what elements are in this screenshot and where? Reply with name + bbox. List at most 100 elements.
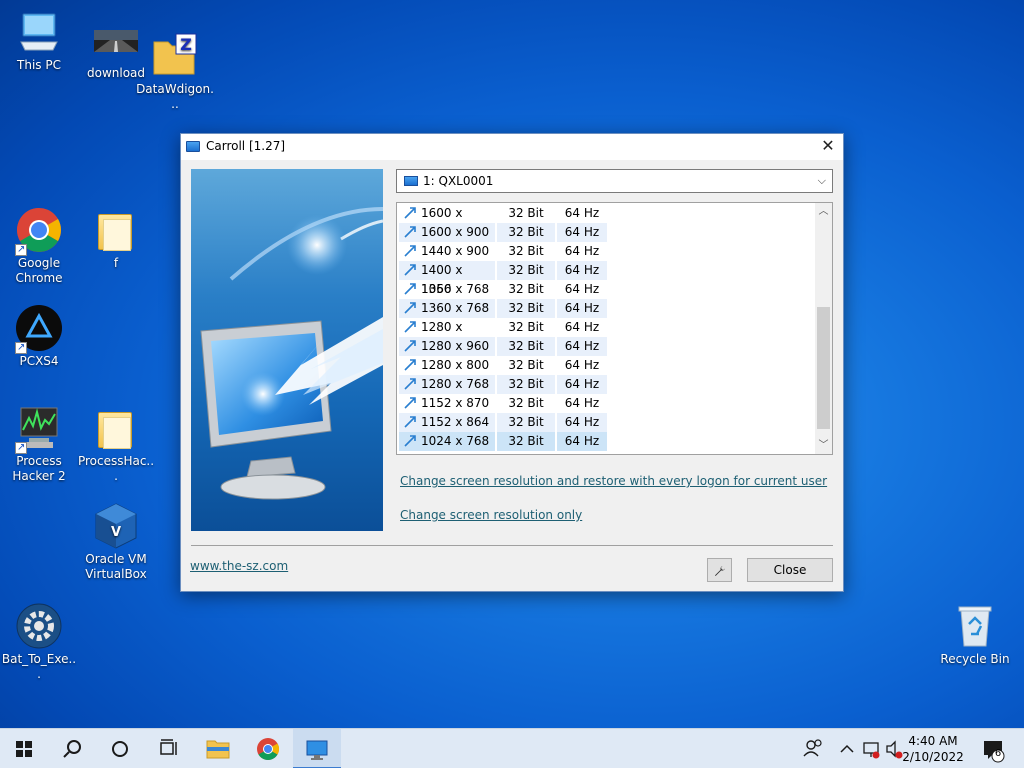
change-resolution-only-link[interactable]: Change screen resolution only bbox=[400, 508, 582, 522]
resolution-row[interactable]: 1152 x 870 32 Bit 64 Hz bbox=[399, 394, 815, 413]
task-view-icon bbox=[160, 739, 177, 755]
resize-arrow-icon bbox=[404, 340, 416, 352]
chrome-icon bbox=[15, 206, 63, 257]
resolution-cell: 1400 x 1050 bbox=[399, 261, 495, 296]
desktop-icon-this-pc[interactable]: This PC bbox=[0, 8, 78, 73]
window-title: Carroll [1.27] bbox=[206, 139, 286, 153]
resolution-value: 1280 x 960 bbox=[421, 339, 490, 353]
resolution-row[interactable]: 1360 x 768 32 Bit 64 Hz bbox=[399, 299, 815, 318]
display-select[interactable]: 1: QXL0001 ⌵ bbox=[396, 169, 833, 193]
resolution-row[interactable]: 1024 x 768 32 Bit 64 Hz bbox=[399, 432, 815, 451]
desktop-icon-virtualbox[interactable]: V Oracle VM VirtualBox bbox=[77, 502, 155, 582]
desktop-icon-label: Google Chrome bbox=[15, 256, 63, 285]
shortcut-arrow-icon bbox=[15, 440, 27, 455]
resolution-value: 1152 x 870 bbox=[421, 396, 490, 410]
resolution-row[interactable]: 1440 x 900 32 Bit 64 Hz bbox=[399, 242, 815, 261]
folder-icon bbox=[92, 404, 140, 452]
shortcut-arrow-icon bbox=[15, 242, 27, 257]
resolution-cell: 1152 x 864 bbox=[399, 413, 495, 432]
archive-folder-icon: Z bbox=[150, 32, 198, 80]
bit-depth-cell: 32 Bit bbox=[497, 432, 555, 451]
bit-depth-cell: 32 Bit bbox=[508, 358, 544, 372]
resolution-cell: 1440 x 900 bbox=[399, 242, 495, 261]
window-titlebar[interactable]: Carroll [1.27] ✕ bbox=[181, 134, 843, 160]
search-button[interactable] bbox=[48, 729, 96, 768]
virtualbox-icon: V bbox=[92, 502, 140, 550]
desktop-icon-google-chrome[interactable]: Google Chrome bbox=[0, 206, 78, 286]
bit-depth-cell: 32 Bit bbox=[508, 282, 544, 296]
resolution-cell: 1600 x 1200 bbox=[399, 204, 495, 239]
desktop-icon-label: f bbox=[113, 256, 119, 270]
desktop-icon-datawdigon[interactable]: Z DataWdigon... bbox=[135, 32, 214, 112]
refresh-rate-cell: 64 Hz bbox=[564, 396, 600, 410]
computer-icon bbox=[15, 8, 63, 56]
window-close-button[interactable]: ✕ bbox=[813, 134, 843, 160]
taskbar-clock[interactable]: 4:40 AM 2/10/2022 bbox=[898, 733, 968, 765]
resolution-row[interactable]: 1600 x 900 32 Bit 64 Hz bbox=[399, 223, 815, 242]
display-select-value: 1: QXL0001 bbox=[423, 174, 494, 188]
network-icon bbox=[863, 742, 880, 759]
resolution-row[interactable]: 1600 x 1200 32 Bit 64 Hz bbox=[399, 204, 815, 239]
bit-depth-cell: 32 Bit bbox=[497, 337, 555, 356]
refresh-rate-cell: 64 Hz bbox=[564, 206, 600, 220]
svg-text:V: V bbox=[111, 525, 121, 540]
desktop-icon-recycle-bin[interactable]: Recycle Bin bbox=[936, 602, 1014, 667]
resize-arrow-icon bbox=[404, 378, 416, 390]
scrollbar-thumb[interactable] bbox=[817, 307, 830, 429]
close-button[interactable]: Close bbox=[747, 558, 833, 582]
resolution-row[interactable]: 1280 x 800 32 Bit 64 Hz bbox=[399, 356, 815, 375]
cortana-button[interactable] bbox=[96, 729, 144, 768]
bit-depth-cell: 32 Bit bbox=[508, 206, 544, 220]
svg-text:Z: Z bbox=[180, 35, 192, 54]
resolution-list[interactable]: 1600 x 120032 Bit64 Hz1600 x 90032 Bit64… bbox=[396, 202, 833, 455]
resolution-cell: 1366 x 768 bbox=[399, 280, 495, 299]
resolution-value: 1440 x 900 bbox=[421, 244, 490, 258]
network-button[interactable] bbox=[860, 729, 882, 768]
desktop-icon-label: PCXS4 bbox=[19, 354, 59, 368]
refresh-rate-cell: 64 Hz bbox=[564, 244, 600, 258]
refresh-rate-cell: 64 Hz bbox=[557, 375, 607, 394]
website-link[interactable]: www.the-sz.com bbox=[190, 559, 288, 573]
clock-date: 2/10/2022 bbox=[902, 750, 964, 764]
settings-button[interactable] bbox=[707, 558, 732, 582]
bit-depth-cell: 32 Bit bbox=[497, 261, 555, 280]
resolution-row[interactable]: 1366 x 768 32 Bit 64 Hz bbox=[399, 280, 815, 299]
file-explorer-button[interactable] bbox=[194, 729, 242, 768]
resolution-row[interactable]: 1280 x 768 32 Bit 64 Hz bbox=[399, 375, 815, 394]
vertical-scrollbar[interactable]: ︿ ﹀ bbox=[815, 203, 832, 454]
refresh-rate-cell: 64 Hz bbox=[557, 299, 607, 318]
scroll-down-icon[interactable]: ﹀ bbox=[815, 437, 832, 454]
resolution-row[interactable]: 1400 x 1050 32 Bit 64 Hz bbox=[399, 261, 815, 296]
pcsx4-icon bbox=[15, 304, 63, 355]
resolution-value: 1280 x 768 bbox=[421, 377, 490, 391]
desktop-icon-label: This PC bbox=[17, 58, 61, 72]
scroll-up-icon[interactable]: ︿ bbox=[815, 203, 832, 220]
start-button[interactable] bbox=[0, 729, 48, 768]
resolution-value: 1024 x 768 bbox=[421, 434, 490, 448]
app-banner-image bbox=[191, 169, 383, 531]
resolution-row[interactable]: 1280 x 102432 Bit 64 Hz bbox=[399, 318, 815, 353]
desktop-icon-bat-to-exe[interactable]: Bat_To_Exe... bbox=[0, 602, 78, 682]
resize-arrow-icon bbox=[404, 283, 416, 295]
desktop-icon-process-hacker[interactable]: Process Hacker 2 bbox=[0, 404, 78, 484]
bit-depth-cell: 32 Bit bbox=[508, 396, 544, 410]
bit-depth-cell: 32 Bit bbox=[497, 375, 555, 394]
refresh-rate-cell: 64 Hz bbox=[564, 320, 600, 334]
resize-arrow-icon bbox=[404, 226, 416, 238]
resolution-row[interactable]: 1152 x 864 32 Bit 64 Hz bbox=[399, 413, 815, 432]
show-hidden-icons-button[interactable] bbox=[836, 729, 858, 768]
people-button[interactable] bbox=[798, 729, 828, 768]
resize-arrow-icon bbox=[404, 321, 416, 333]
desktop-icon-processhac[interactable]: ProcessHac... bbox=[77, 404, 155, 484]
desktop-icon-label: DataWdigon... bbox=[136, 82, 214, 111]
notifications-button[interactable]: 6 bbox=[978, 729, 1018, 768]
chrome-taskbar-button[interactable] bbox=[244, 729, 292, 768]
change-resolution-restore-link[interactable]: Change screen resolution and restore wit… bbox=[400, 474, 827, 488]
resolution-row[interactable]: 1280 x 960 32 Bit 64 Hz bbox=[399, 337, 815, 356]
image-thumbnail-icon bbox=[92, 24, 140, 72]
carroll-taskbar-button[interactable] bbox=[293, 729, 341, 768]
task-view-button[interactable] bbox=[144, 729, 192, 768]
desktop-icon-f[interactable]: f bbox=[77, 206, 155, 271]
desktop-icon-pcxs4[interactable]: PCXS4 bbox=[0, 304, 78, 369]
resolution-cell: 1280 x 1024 bbox=[399, 318, 495, 353]
